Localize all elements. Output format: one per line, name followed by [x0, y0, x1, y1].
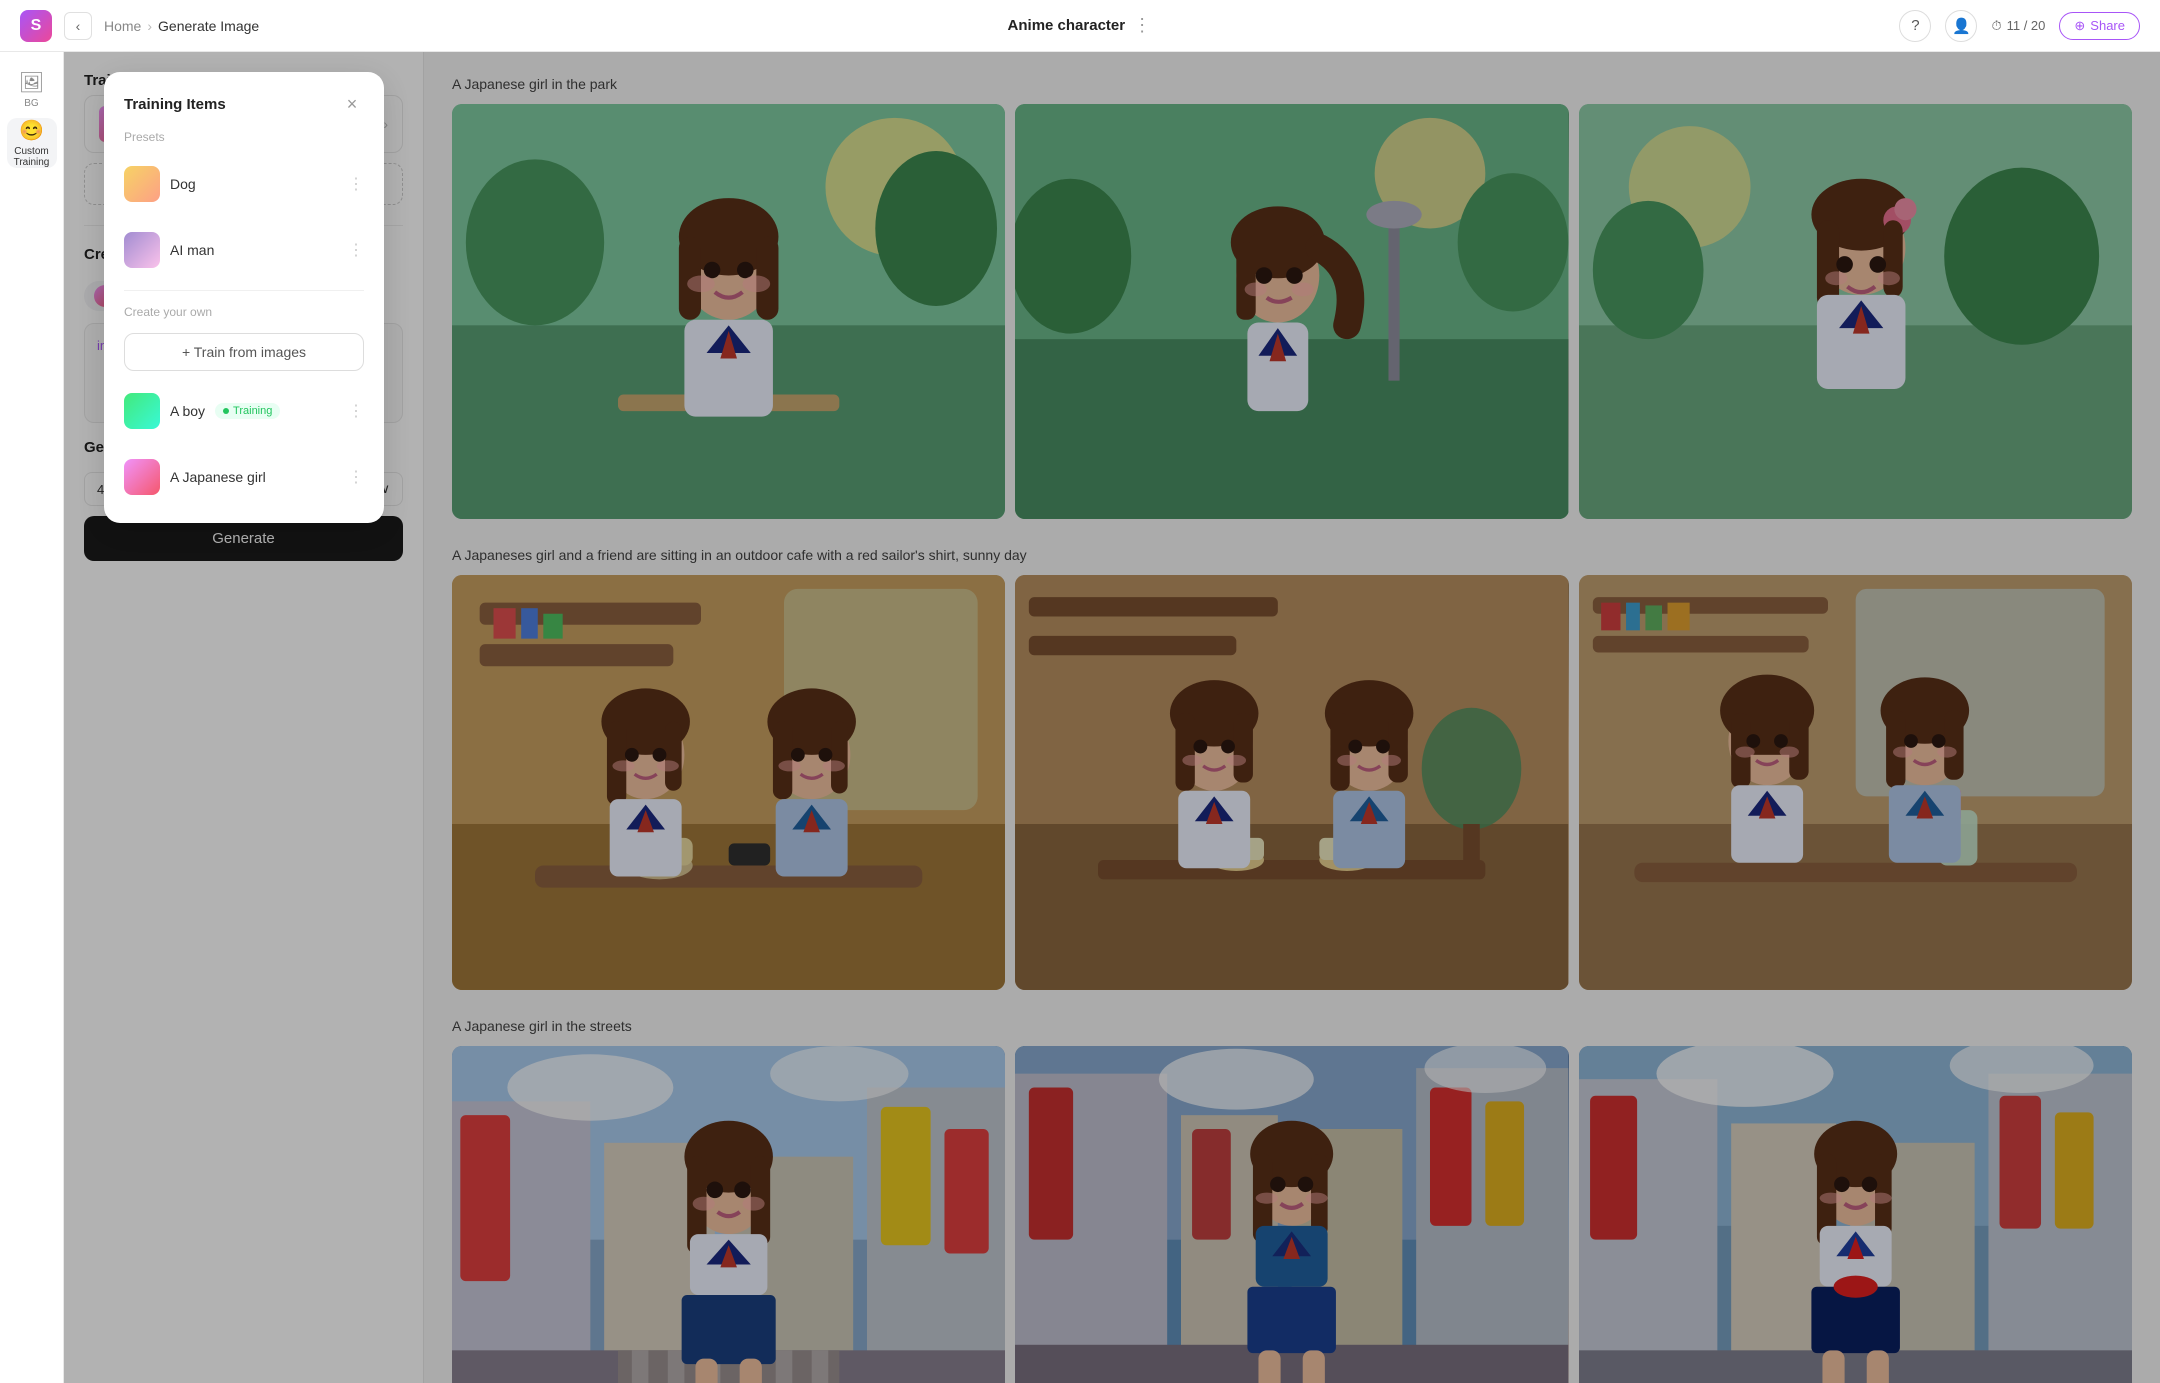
japanese-thumb — [124, 459, 160, 495]
main-layout: 🖼 BG 😊 Custom Training Training Items A … — [0, 52, 2160, 1383]
modal-title: Training Items — [124, 96, 226, 113]
modal-header: Training Items × — [124, 92, 364, 116]
custom-training-icon: 😊 — [19, 118, 44, 143]
dog-thumb — [124, 166, 160, 202]
bg-label: BG — [24, 98, 38, 109]
modal-item-dog[interactable]: Dog ⋮ — [124, 158, 364, 210]
page-title: Anime character — [1008, 17, 1126, 34]
modal-separator — [124, 290, 364, 291]
breadcrumb-home[interactable]: Home — [104, 18, 141, 34]
sidebar-item-bg[interactable]: 🖼 BG — [7, 64, 57, 114]
credits-badge: ⏱ 11 / 20 — [1991, 18, 2045, 34]
aiman-menu-icon[interactable]: ⋮ — [348, 240, 364, 260]
modal-item-left: Dog — [124, 166, 196, 202]
back-button[interactable]: ‹ — [64, 12, 92, 40]
presets-label: Presets — [124, 130, 364, 144]
modal-close-button[interactable]: × — [340, 92, 364, 116]
modal-add-training-button[interactable]: + Train from images — [124, 333, 364, 371]
aboy-thumb — [124, 393, 160, 429]
dog-menu-icon[interactable]: ⋮ — [348, 174, 364, 194]
breadcrumb: Home › Generate Image — [104, 18, 259, 34]
credits-label: 11 / 20 — [2007, 18, 2046, 33]
training-badge-dot — [223, 408, 229, 414]
modal-item-left: A boy Training — [124, 393, 280, 429]
breadcrumb-current: Generate Image — [158, 18, 259, 34]
nav-right: ? 👤 ⏱ 11 / 20 ⊕ Share — [1899, 10, 2140, 42]
modal-item-ai-man[interactable]: AI man ⋮ — [124, 224, 364, 276]
modal-overlay[interactable]: Training Items × Presets Dog ⋮ AI man ⋮ … — [64, 52, 2160, 1383]
training-badge-label: Training — [233, 405, 272, 417]
share-label: Share — [2090, 18, 2125, 33]
modal-item-a-boy[interactable]: A boy Training ⋮ — [124, 385, 364, 437]
share-button[interactable]: ⊕ Share — [2059, 12, 2140, 40]
app-logo: S — [20, 10, 52, 42]
aboy-name: A boy — [170, 403, 205, 419]
nav-center: Anime character ⋮ — [271, 15, 1887, 36]
japanese-name: A Japanese girl — [170, 469, 266, 485]
top-nav: S ‹ Home › Generate Image Anime characte… — [0, 0, 2160, 52]
help-button[interactable]: ? — [1899, 10, 1931, 42]
modal-item-japanese-girl[interactable]: A Japanese girl ⋮ — [124, 451, 364, 503]
aiman-thumb — [124, 232, 160, 268]
credits-icon: ⏱ — [1991, 18, 2001, 34]
page-menu-icon[interactable]: ⋮ — [1133, 15, 1151, 36]
breadcrumb-sep: › — [147, 18, 152, 34]
japanese-menu-icon[interactable]: ⋮ — [348, 467, 364, 487]
aiman-name: AI man — [170, 242, 214, 258]
custom-training-label: Custom Training — [14, 146, 50, 168]
create-own-label: Create your own — [124, 305, 364, 319]
bg-icon: 🖼 — [19, 70, 44, 95]
modal-item-left: A Japanese girl — [124, 459, 266, 495]
user-button[interactable]: 👤 — [1945, 10, 1977, 42]
sidebar-item-custom-training[interactable]: 😊 Custom Training — [7, 118, 57, 168]
modal-item-left: AI man — [124, 232, 214, 268]
dog-name: Dog — [170, 176, 196, 192]
training-status-badge: Training — [215, 403, 280, 419]
share-icon: ⊕ — [2074, 18, 2085, 34]
aboy-menu-icon[interactable]: ⋮ — [348, 401, 364, 421]
icon-sidebar: 🖼 BG 😊 Custom Training — [0, 52, 64, 1383]
training-items-modal: Training Items × Presets Dog ⋮ AI man ⋮ … — [104, 72, 384, 523]
